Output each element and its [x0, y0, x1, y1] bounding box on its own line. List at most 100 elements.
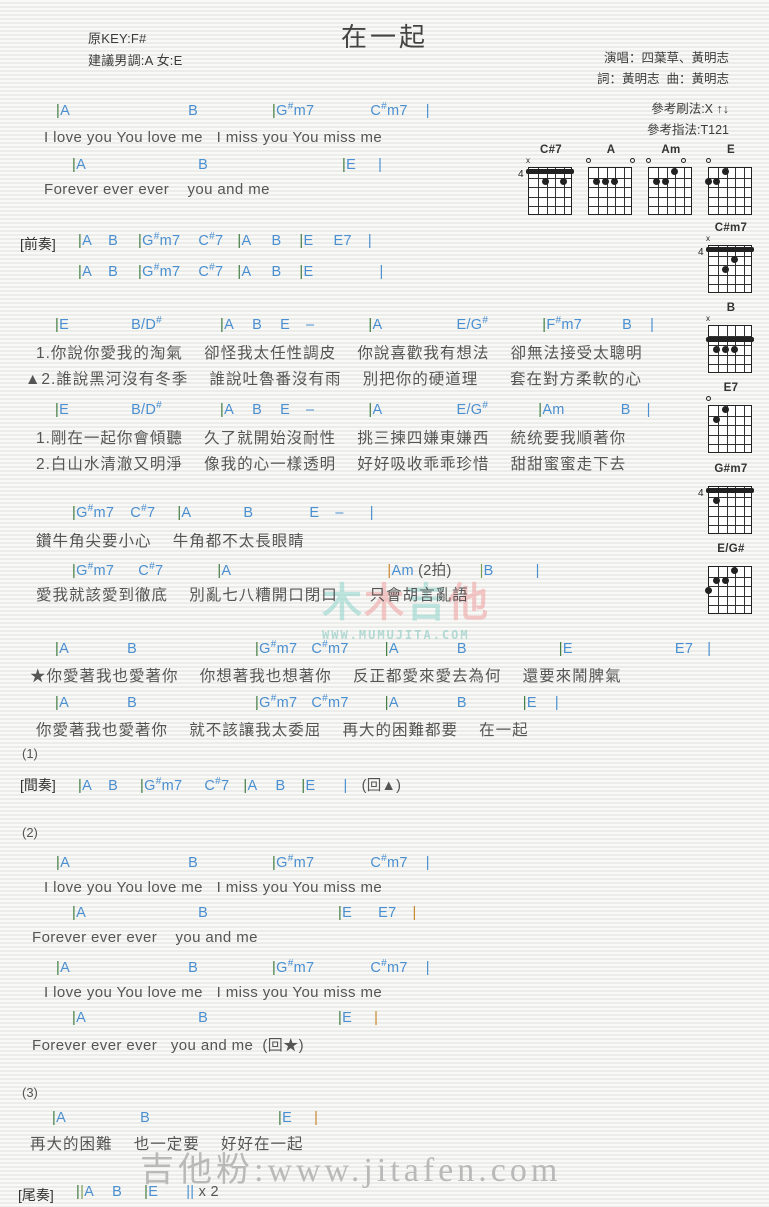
writer-credit: 詞：黃明志 曲：黃明志 — [597, 72, 729, 86]
verse1-lyric-1: 1.你說你愛我的淘氣 卻怪我太任性調皮 你說喜歡我有想法 卻無法接受太聰明 — [36, 345, 643, 362]
chord-diagram-cm7: C#m7 x 4 — [698, 222, 754, 297]
intro-lyric-1: I love you You love me I miss you You mi… — [44, 129, 383, 146]
marker-2: (2) — [22, 825, 38, 840]
coda-chordline: ||A B |E || x 2 — [76, 1184, 219, 1200]
chord-diagram-name: E/G# — [717, 543, 745, 555]
section-label-prelude: [前奏] — [20, 236, 56, 252]
chord-diagram-eg: E/G# — [704, 543, 754, 618]
chord-diagram-a: A — [585, 144, 635, 219]
chord-diagram-name: E7 — [723, 382, 739, 394]
prechorus-lyric-2: 愛我就該愛到徹底 別亂七八糟開口閉口 只會胡言亂語 — [36, 587, 469, 604]
marker-1: (1) — [22, 746, 38, 761]
outro-chordline-1: |A B |G#m7 C#m7 | — [56, 853, 430, 871]
final-lyric: 再大的困難 也一定要 好好在一起 — [30, 1136, 304, 1153]
chord-diagram-name: E — [727, 144, 735, 156]
mute-string-marker: x — [526, 156, 530, 165]
mute-string-marker: x — [706, 234, 710, 243]
outro-lyric-2: Forever ever ever you and me — [32, 929, 258, 946]
open-string-marker — [629, 158, 635, 163]
singer-credit: 演唱：四葉草、黃明志 — [603, 51, 729, 65]
open-string-marker — [705, 396, 711, 401]
outro-chordline-3: |A B |G#m7 C#m7 | — [56, 958, 430, 976]
finger-dot — [722, 576, 730, 584]
fretboard-grid — [588, 167, 632, 215]
finger-dot — [542, 177, 550, 185]
finger-dot — [662, 177, 670, 185]
fretboard-grid — [708, 245, 752, 293]
finger-dot — [704, 586, 712, 594]
finger-dot — [713, 345, 721, 353]
chord-diagram-name: Am — [661, 144, 681, 156]
open-string-marker — [645, 158, 651, 163]
chord-diagram-c7: C#7 x 4 — [518, 144, 574, 219]
original-key-label: 原KEY:F# — [88, 31, 147, 46]
section-label-coda: [尾奏] — [18, 1187, 54, 1203]
final-chordline: |A B |E | — [52, 1110, 319, 1126]
prechorus-chordline-2: |G#m7 C#7 |A |Am (2拍) |B | — [72, 561, 540, 579]
open-string-marker — [585, 158, 591, 163]
verse1-lyric-2: ▲2.誰說黑河沒有冬季 誰說吐魯番沒有雨 別把你的硬道理 套在對方柔軟的心 — [25, 371, 643, 388]
finger-dot — [722, 265, 730, 273]
outro-chordline-4: |A B |E | — [72, 1010, 379, 1026]
starting-fret-number: 4 — [698, 488, 704, 499]
finger-dot — [559, 177, 567, 185]
strum-pattern: 參考刷法:X ↑↓ — [651, 102, 729, 116]
intro-chordline-1: |A B |G#m7 C#m7 | — [56, 101, 430, 119]
barre-marker — [706, 336, 754, 342]
open-string-marker — [680, 158, 686, 163]
verse2-lyric-1: 1.剛在一起你會傾聽 久了就開始沒耐性 挑三揀四嫌東嫌西 統统要我順著你 — [36, 430, 627, 447]
chord-diagram-name: G#m7 — [714, 463, 748, 475]
starting-fret-number: 4 — [698, 247, 704, 258]
fretboard-grid — [708, 405, 752, 453]
intro-chordline-2: |A B |E | — [72, 157, 383, 173]
chord-diagram-name: B — [726, 302, 736, 314]
interlude-chordline: |A B |G#m7 C#7 |A B |E | (回▲) — [78, 776, 402, 794]
chorus-lyric-1: ★你愛著我也愛著你 你想著我也想著你 反正都愛來愛去為何 還要來鬧脾氣 — [30, 668, 622, 685]
finger-dot — [704, 177, 712, 185]
barre-marker — [526, 169, 574, 175]
verse2-chordline: |E B/D# |A B E – |A E/G# |Am B | — [55, 400, 651, 418]
chorus-lyric-2: 你愛著我也愛著你 就不該讓我太委屈 再大的困難都要 在一起 — [36, 722, 529, 739]
prelude-chordline-2: |A B |G#m7 C#7 |A B |E | — [78, 262, 384, 280]
page-title: 在一起 — [341, 22, 429, 52]
outro-lyric-4: Forever ever ever you and me (回★) — [32, 1037, 304, 1054]
starting-fret-number: 4 — [518, 169, 524, 180]
fretboard-grid — [708, 486, 752, 534]
finger-dot — [730, 255, 738, 263]
prechorus-lyric-1: 鑽牛角尖要小心 牛角都不太長眼睛 — [36, 533, 305, 550]
intro-lyric-2: Forever ever ever you and me — [44, 181, 270, 198]
fretboard-grid — [648, 167, 692, 215]
chord-sheet: 原KEY:F# 建議男調:A 女:E 在一起 演唱：四葉草、黃明志 詞：黃明志 … — [0, 0, 769, 1207]
chord-diagram-gm7: G#m7 4 — [698, 463, 754, 538]
finger-dot — [602, 177, 610, 185]
section-label-interlude: [間奏] — [20, 777, 56, 793]
fingering-pattern: 參考指法:T121 — [647, 123, 729, 137]
fretboard-grid — [708, 566, 752, 614]
prelude-chordline-1: |A B |G#m7 C#7 |A B |E E7 | — [78, 231, 372, 249]
chord-diagram-e7: E7 — [705, 382, 754, 457]
mute-string-marker: x — [706, 314, 710, 323]
outro-lyric-3: I love you You love me I miss you You mi… — [44, 984, 383, 1001]
marker-3: (3) — [22, 1085, 38, 1100]
chord-diagram-name: C#7 — [540, 144, 562, 156]
chorus-chordline-2: |A B |G#m7 C#m7 |A B |E | — [55, 693, 559, 711]
chord-diagram-e: E — [704, 144, 754, 219]
barre-marker — [706, 247, 754, 253]
outro-lyric-1: I love you You love me I miss you You mi… — [44, 879, 383, 896]
outro-chordline-2: |A B |E E7 | — [72, 905, 417, 921]
fretboard-grid — [528, 167, 572, 215]
open-string-marker — [705, 158, 711, 163]
suggested-key-label: 建議男調:A 女:E — [88, 53, 183, 68]
verse1-chordline: |E B/D# |A B E – |A E/G# |F#m7 B | — [55, 315, 655, 333]
finger-dot — [730, 345, 738, 353]
chorus-chordline-1: |A B |G#m7 C#m7 |A B |E E7 | — [55, 639, 712, 657]
finger-dot — [722, 345, 730, 353]
chord-diagram-name: A — [606, 144, 616, 156]
barre-marker — [706, 488, 754, 494]
fretboard-grid — [708, 167, 752, 215]
finger-dot — [610, 177, 618, 185]
chord-diagram-am: Am — [645, 144, 694, 219]
chord-diagram-b: Bx — [706, 302, 754, 377]
chord-diagram-name: C#m7 — [714, 222, 748, 234]
prechorus-chordline-1: |G#m7 C#7 |A B E – | — [72, 503, 374, 521]
